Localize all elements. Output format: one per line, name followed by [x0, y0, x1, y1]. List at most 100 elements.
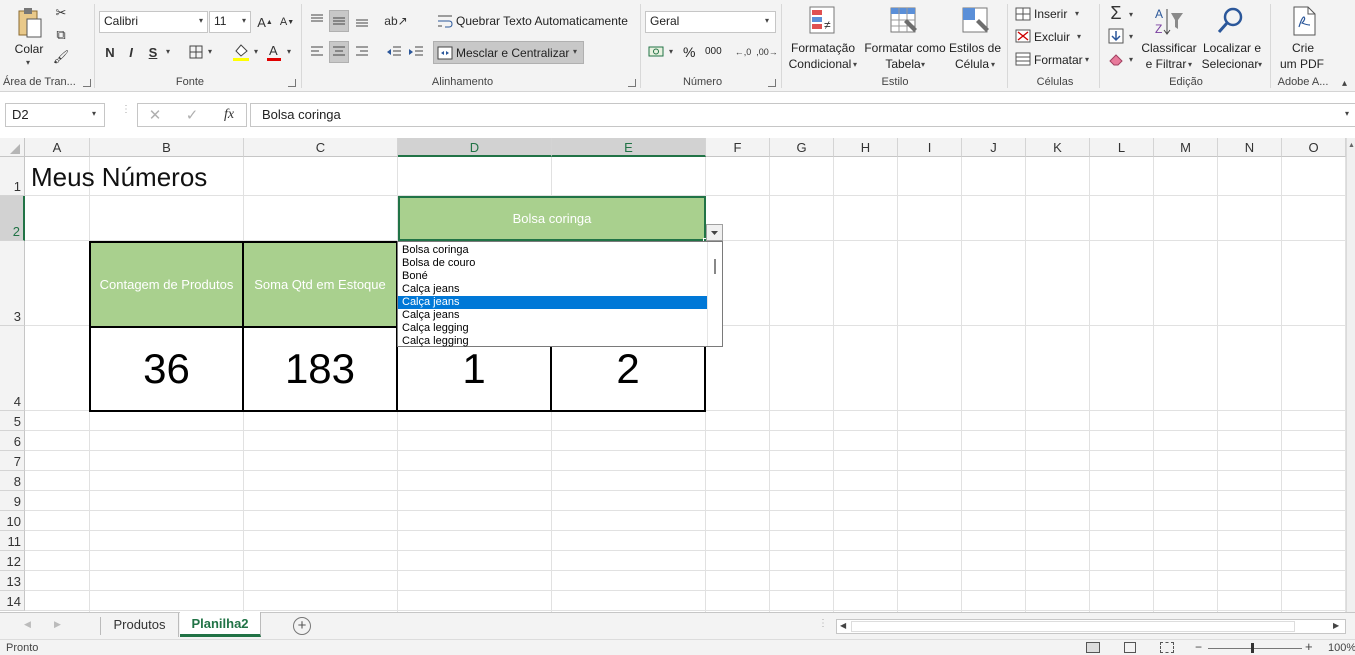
row-header-2[interactable]: 2: [0, 196, 25, 241]
product-filter-cell[interactable]: Bolsa coringa: [398, 196, 706, 241]
insert-cells-icon[interactable]: [1014, 6, 1032, 22]
normal-view-icon[interactable]: [1086, 642, 1100, 653]
cell-styles-arrow[interactable]: ▾: [991, 60, 995, 69]
row-header-4[interactable]: 4: [0, 326, 25, 411]
clear-arrow[interactable]: ▾: [1129, 55, 1133, 64]
row-header-14[interactable]: 14: [0, 591, 25, 611]
column-header-h[interactable]: H: [834, 138, 898, 157]
tab-scroll-left-icon[interactable]: ◀: [24, 619, 31, 630]
formula-input[interactable]: Bolsa coringa: [250, 103, 1355, 127]
dropdown-option[interactable]: Bolsa coringa: [398, 244, 707, 257]
column-header-g[interactable]: G: [770, 138, 834, 157]
formula-expand-arrow[interactable]: ▾: [1345, 109, 1349, 118]
fill-arrow[interactable]: ▾: [1129, 32, 1133, 41]
orientation-icon[interactable]: ab↗: [384, 10, 407, 32]
column-header-k[interactable]: K: [1026, 138, 1090, 157]
align-middle-icon[interactable]: [329, 10, 349, 32]
row-header-5[interactable]: 5: [0, 411, 25, 431]
font-launcher-icon[interactable]: [288, 79, 296, 87]
format-cells-arrow[interactable]: ▾: [1085, 55, 1089, 64]
insert-cells-arrow[interactable]: ▾: [1075, 9, 1079, 18]
dropdown-option[interactable]: Boné: [398, 270, 707, 283]
name-box[interactable]: D2: [5, 103, 105, 127]
scroll-up-icon[interactable]: ▲: [1348, 142, 1355, 149]
sum-stock-header[interactable]: Soma Qtd em Estoque: [243, 241, 398, 327]
number-format-arrow[interactable]: ▾: [765, 16, 769, 25]
find-select-line1[interactable]: Localizar e: [1200, 40, 1264, 56]
zoom-level[interactable]: 100%: [1328, 642, 1355, 654]
dropdown-option[interactable]: Calça jeans: [398, 296, 707, 309]
create-pdf-line2[interactable]: um PDF: [1276, 56, 1328, 72]
wrap-text-button[interactable]: Quebrar Texto Automaticamente: [456, 14, 628, 28]
format-cells-icon[interactable]: [1014, 51, 1032, 67]
dropdown-option[interactable]: Calça jeans: [398, 283, 707, 296]
insert-function-icon[interactable]: fx: [219, 105, 239, 125]
increase-decimal-icon[interactable]: ←,0: [732, 42, 754, 62]
sort-filter-line1[interactable]: Classificar: [1138, 40, 1200, 56]
row-header-9[interactable]: 9: [0, 491, 25, 511]
ribbon-collapse-icon[interactable]: ▴: [1342, 78, 1347, 89]
wrap-text-icon[interactable]: [436, 12, 454, 30]
column-header-c[interactable]: C: [244, 138, 398, 157]
bold-button[interactable]: N: [101, 42, 119, 62]
format-painter-icon[interactable]: 🖌: [52, 48, 70, 66]
hscroll-thumb[interactable]: [851, 621, 1295, 632]
autosum-arrow[interactable]: ▾: [1129, 10, 1133, 19]
horizontal-scrollbar[interactable]: ◀ ▶: [836, 619, 1346, 634]
align-bottom-icon[interactable]: [352, 10, 372, 32]
column-header-l[interactable]: L: [1090, 138, 1154, 157]
dropdown-option[interactable]: Calça legging: [398, 335, 707, 348]
conditional-formatting-arrow[interactable]: ▾: [853, 60, 857, 69]
create-pdf-line1[interactable]: Crie: [1282, 40, 1324, 56]
fill-color-icon[interactable]: [230, 40, 252, 64]
hscroll-split-dots[interactable]: ⋮: [818, 618, 828, 629]
zoom-slider-thumb[interactable]: [1251, 643, 1254, 653]
merge-center-arrow[interactable]: ▾: [573, 47, 577, 56]
select-all-corner[interactable]: [0, 138, 25, 157]
percent-button[interactable]: %: [683, 44, 695, 60]
shrink-font-icon[interactable]: A ▼: [278, 12, 296, 32]
paste-icon[interactable]: [14, 6, 46, 40]
format-as-table-line2[interactable]: Tabela: [868, 56, 938, 72]
sort-filter-line2[interactable]: e Filtrar: [1142, 56, 1190, 72]
sort-filter-icon[interactable]: AZ: [1152, 4, 1186, 38]
font-size-arrow[interactable]: ▾: [242, 16, 246, 25]
zoom-out-icon[interactable]: −: [1195, 640, 1202, 654]
format-as-table-icon[interactable]: [888, 4, 920, 38]
count-products-value-cell[interactable]: 36: [89, 326, 244, 412]
number-format-select[interactable]: Geral: [645, 11, 776, 33]
row-header-12[interactable]: 12: [0, 551, 25, 571]
worksheet-grid[interactable]: A B C D E F G H I J K L M N O 1 2 3 4 5 …: [0, 138, 1355, 612]
clear-icon[interactable]: [1107, 50, 1125, 68]
column-header-i[interactable]: I: [898, 138, 962, 157]
row-header-6[interactable]: 6: [0, 431, 25, 451]
delete-cells-icon[interactable]: [1014, 28, 1032, 44]
conditional-formatting-line1[interactable]: Formatação: [787, 40, 859, 56]
vertical-scrollbar[interactable]: ▲: [1346, 138, 1355, 612]
zoom-in-icon[interactable]: +: [1305, 639, 1313, 654]
font-color-icon[interactable]: A: [264, 40, 284, 64]
name-box-arrow[interactable]: ▾: [92, 109, 96, 118]
validation-dropdown-list[interactable]: Bolsa coringa Bolsa de couro Boné Calça jea…: [397, 241, 723, 347]
fill-icon[interactable]: [1107, 27, 1125, 45]
italic-button[interactable]: I: [122, 42, 140, 62]
dropdown-option[interactable]: Calça jeans: [398, 309, 707, 322]
column-header-m[interactable]: M: [1154, 138, 1218, 157]
row-header-13[interactable]: 13: [0, 571, 25, 591]
paste-dropdown-arrow[interactable]: ▾: [26, 58, 30, 67]
delete-cells-arrow[interactable]: ▾: [1077, 32, 1081, 41]
cell-styles-line1[interactable]: Estilos de: [948, 40, 1002, 56]
format-as-table-line1[interactable]: Formatar como: [862, 40, 948, 56]
cut-icon[interactable]: ✂: [52, 4, 70, 22]
borders-arrow[interactable]: ▾: [208, 47, 212, 56]
validation-dropdown-button[interactable]: [706, 224, 723, 241]
tab-scroll-right-icon[interactable]: ▶: [54, 619, 61, 630]
dropdown-option[interactable]: Bolsa de couro: [398, 257, 707, 270]
font-name-select[interactable]: Calibri: [99, 11, 208, 33]
increase-indent-icon[interactable]: [406, 42, 426, 62]
column-header-f[interactable]: F: [706, 138, 770, 157]
enter-icon[interactable]: ✓: [183, 105, 201, 125]
row-header-11[interactable]: 11: [0, 531, 25, 551]
align-top-icon[interactable]: [307, 10, 327, 30]
row-header-7[interactable]: 7: [0, 451, 25, 471]
